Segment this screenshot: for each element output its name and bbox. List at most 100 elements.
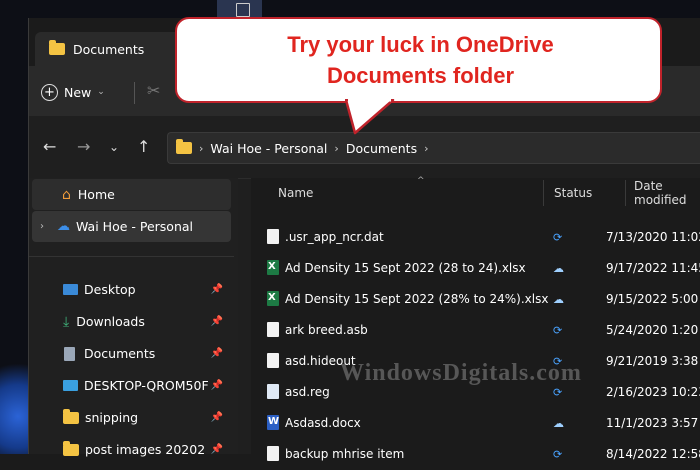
excel-file-icon: X bbox=[267, 291, 279, 306]
save-icon bbox=[236, 3, 250, 17]
document-file-icon bbox=[267, 229, 279, 244]
pin-icon[interactable]: 📌 bbox=[211, 284, 223, 295]
plus-icon: + bbox=[41, 83, 58, 101]
callout-line-1: Try your luck in OneDrive bbox=[287, 32, 554, 57]
file-date-modified: 7/13/2020 11:02 PM bbox=[606, 230, 700, 244]
sidebar-item-label: Downloads bbox=[76, 314, 145, 329]
toolbar-divider bbox=[134, 82, 135, 104]
sidebar-item-post-images[interactable]: post images 20202 📌 bbox=[32, 434, 231, 465]
file-date-modified: 5/24/2020 1:20 AM bbox=[606, 323, 700, 337]
file-row[interactable]: X Ad Density 15 Sept 2022 (28 to 24).xlsx… bbox=[251, 253, 700, 284]
breadcrumb-separator-icon: › bbox=[424, 141, 429, 155]
cloud-only-icon: ☁ bbox=[553, 262, 564, 275]
sidebar-item-home[interactable]: ⌂ Home bbox=[32, 179, 231, 210]
tab-documents[interactable]: Documents bbox=[35, 32, 195, 66]
file-date-modified: 2/16/2023 10:23 PM bbox=[606, 385, 700, 399]
file-row[interactable]: X Ad Density 15 Sept 2022 (28% to 24%).xl… bbox=[251, 284, 700, 315]
document-file-icon bbox=[267, 322, 279, 337]
document-file-icon bbox=[267, 353, 279, 368]
folder-icon bbox=[176, 139, 192, 154]
cloud-only-icon: ☁ bbox=[553, 417, 564, 430]
breadcrumb-separator-icon: › bbox=[334, 141, 339, 155]
file-name: asd.reg bbox=[285, 385, 330, 399]
address-bar[interactable]: › Wai Hoe - Personal › Documents › bbox=[167, 132, 700, 164]
document-icon bbox=[64, 346, 75, 361]
sidebar-item-onedrive[interactable]: › ☁ Wai Hoe - Personal bbox=[32, 211, 231, 242]
sidebar-item-label: Wai Hoe - Personal bbox=[76, 219, 193, 234]
file-name: Ad Density 15 Sept 2022 (28 to 24).xlsx bbox=[285, 261, 526, 275]
pin-icon[interactable]: 📌 bbox=[211, 316, 223, 327]
sidebar-divider bbox=[29, 256, 234, 257]
file-name: Asdasd.docx bbox=[285, 416, 361, 430]
file-name: backup mhrise item bbox=[285, 447, 405, 461]
word-file-icon: W bbox=[267, 415, 279, 430]
file-date-modified: 11/1/2023 3:57 PM bbox=[606, 416, 700, 430]
watermark: WindowsDigitals.com bbox=[340, 360, 582, 386]
cut-icon[interactable]: ✂ bbox=[147, 81, 160, 100]
file-date-modified: 9/17/2022 11:45 AM bbox=[606, 261, 700, 275]
sidebar-item-label: Desktop bbox=[84, 282, 136, 297]
pin-icon[interactable]: 📌 bbox=[211, 348, 223, 359]
desktop-icon bbox=[63, 284, 78, 295]
file-date-modified: 9/15/2022 5:00 AM bbox=[606, 292, 700, 306]
sync-pending-icon: ⟳ bbox=[553, 324, 563, 337]
sidebar-scrollbar[interactable] bbox=[234, 178, 238, 454]
sidebar-item-desktop[interactable]: Desktop 📌 bbox=[32, 274, 231, 305]
file-list: ^ Name Status Date modified .usr_app_ncr… bbox=[251, 176, 700, 461]
expand-chevron-icon[interactable]: › bbox=[40, 221, 44, 232]
callout-text: Try your luck in OneDrive Documents fold… bbox=[177, 29, 664, 91]
tab-label: Documents bbox=[73, 41, 145, 57]
pin-icon[interactable]: 📌 bbox=[211, 412, 223, 423]
file-date-modified: 8/14/2022 12:58 PM bbox=[606, 447, 700, 461]
registry-file-icon bbox=[267, 384, 279, 399]
breadcrumb-separator-icon: › bbox=[199, 141, 204, 155]
computer-icon bbox=[63, 380, 78, 391]
file-row[interactable]: backup mhrise item ⟳ 8/14/2022 12:58 PM bbox=[251, 439, 700, 470]
sidebar-item-computer[interactable]: DESKTOP-QROM50F 📌 bbox=[32, 370, 231, 401]
onedrive-cloud-icon: ☁ bbox=[57, 219, 70, 234]
file-date-modified: 9/21/2019 3:38 PM bbox=[606, 354, 700, 368]
callout-box: Try your luck in OneDrive Documents fold… bbox=[175, 17, 662, 103]
column-header-date-modified[interactable]: Date modified bbox=[634, 178, 700, 208]
file-name: Ad Density 15 Sept 2022 (28% to 24%).xls… bbox=[285, 292, 549, 306]
column-header-status[interactable]: Status bbox=[554, 178, 592, 208]
chevron-down-icon: ⌄ bbox=[97, 87, 105, 97]
sidebar-item-label: Home bbox=[77, 187, 115, 202]
excel-file-icon: X bbox=[267, 260, 279, 275]
file-row[interactable]: W Asdasd.docx ☁ 11/1/2023 3:57 PM bbox=[251, 408, 700, 439]
sidebar-item-label: Documents bbox=[84, 346, 156, 361]
file-name: ark breed.asb bbox=[285, 323, 368, 337]
column-divider[interactable] bbox=[625, 180, 626, 206]
recent-locations-chevron-icon[interactable]: ⌄ bbox=[109, 140, 119, 154]
file-row[interactable]: .usr_app_ncr.dat ⟳ 7/13/2020 11:02 PM bbox=[251, 222, 700, 253]
callout-pointer bbox=[345, 99, 395, 135]
breadcrumb-documents[interactable]: Documents bbox=[346, 141, 417, 156]
sidebar-item-downloads[interactable]: ⤓ Downloads 📌 bbox=[32, 306, 231, 337]
home-icon: ⌂ bbox=[62, 186, 71, 203]
sync-pending-icon: ⟳ bbox=[553, 231, 563, 244]
column-header-name[interactable]: Name bbox=[278, 178, 313, 208]
breadcrumb-onedrive[interactable]: Wai Hoe - Personal bbox=[210, 141, 327, 156]
folder-icon bbox=[63, 408, 79, 424]
sidebar-item-label: snipping bbox=[85, 410, 139, 425]
sort-ascending-icon: ^ bbox=[417, 176, 425, 186]
callout-line-2: Documents folder bbox=[326, 63, 515, 88]
navigation-pane: ⌂ Home › ☁ Wai Hoe - Personal Desktop 📌 … bbox=[29, 178, 234, 457]
back-arrow-icon[interactable]: ← bbox=[43, 137, 56, 156]
folder-icon bbox=[49, 40, 65, 55]
sync-pending-icon: ⟳ bbox=[553, 448, 563, 461]
pin-icon[interactable]: 📌 bbox=[211, 444, 223, 455]
column-divider[interactable] bbox=[543, 180, 544, 206]
new-button[interactable]: + New ⌄ bbox=[41, 80, 105, 104]
sidebar-item-label: post images 20202 bbox=[85, 442, 206, 457]
forward-arrow-icon[interactable]: → bbox=[77, 137, 90, 156]
file-name: .usr_app_ncr.dat bbox=[285, 230, 384, 244]
sidebar-item-documents[interactable]: Documents 📌 bbox=[32, 338, 231, 369]
up-arrow-icon[interactable]: ↑ bbox=[137, 137, 150, 156]
download-icon: ⤓ bbox=[63, 313, 70, 330]
sync-pending-icon: ⟳ bbox=[553, 386, 563, 399]
sidebar-item-snipping[interactable]: snipping 📌 bbox=[32, 402, 231, 433]
file-row[interactable]: ark breed.asb ⟳ 5/24/2020 1:20 AM bbox=[251, 315, 700, 346]
pin-icon[interactable]: 📌 bbox=[211, 380, 223, 391]
new-label: New bbox=[64, 84, 92, 100]
